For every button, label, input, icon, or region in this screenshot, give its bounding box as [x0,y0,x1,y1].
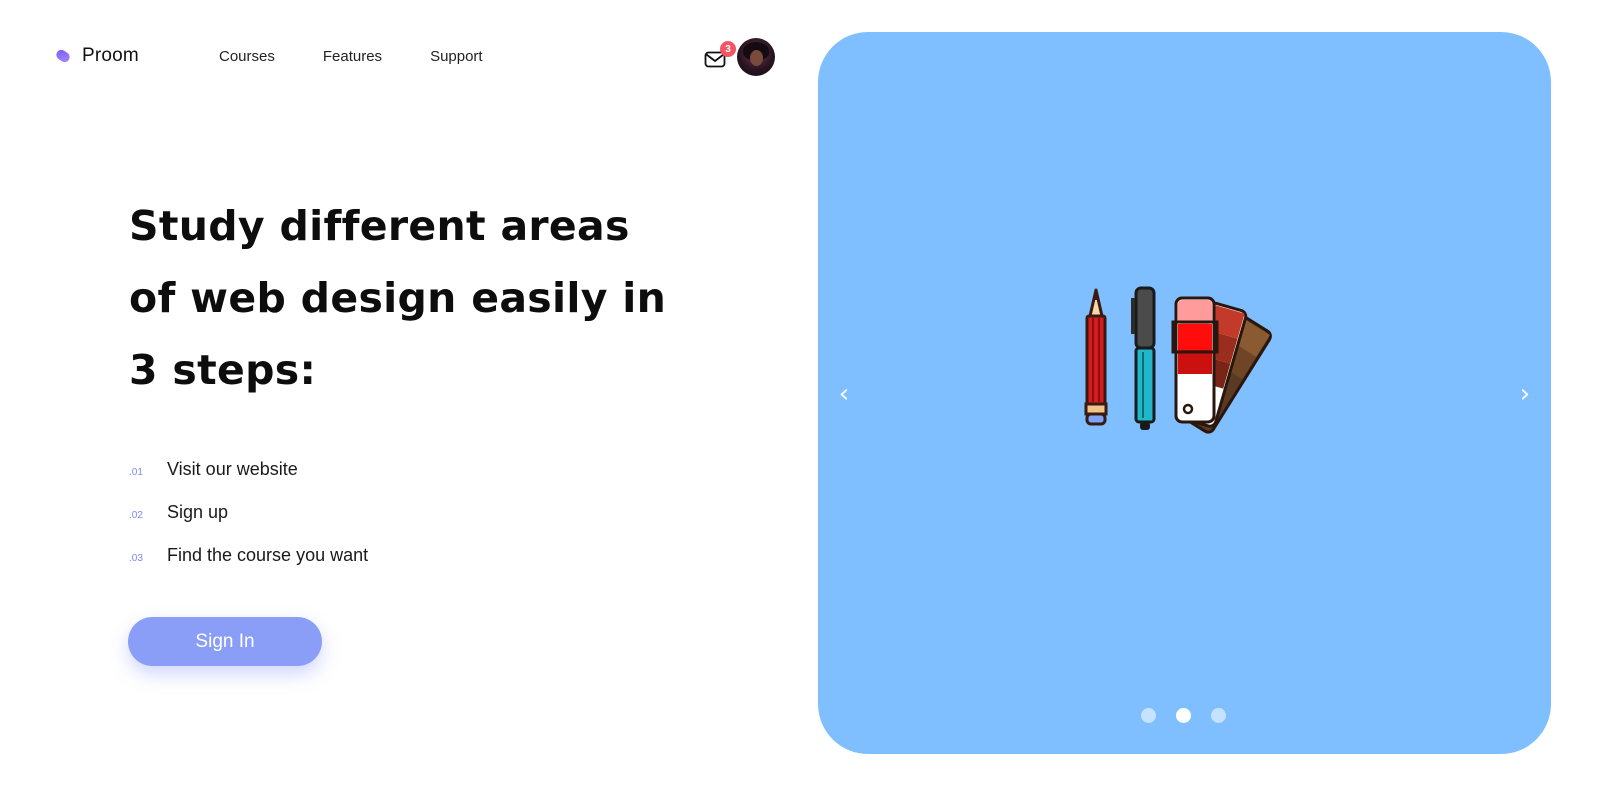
steps-list: .01 Visit our website .02 Sign up .03 Fi… [129,448,368,577]
logo-mark-icon [54,47,72,65]
image-carousel: ‹ › [818,32,1551,754]
step-item: .03 Find the course you want [129,534,368,577]
step-number: .03 [129,553,143,564]
carousel-prev-button[interactable]: ‹ [832,379,856,409]
main-nav: Courses Features Support [219,48,483,65]
headline-line: 3 steps: [129,346,317,394]
nav-link-features[interactable]: Features [323,48,382,65]
step-text: Sign up [167,502,229,522]
carousel-dot[interactable] [1211,708,1226,723]
logo[interactable]: Proom [54,45,139,67]
pen-icon [1131,286,1156,430]
carousel-dot-active[interactable] [1176,708,1191,723]
step-text: Visit our website [167,459,298,479]
avatar[interactable] [737,38,775,76]
nav-link-support[interactable]: Support [430,48,483,65]
design-tools-illustration [1084,286,1272,434]
chevron-right-icon: › [1519,379,1531,409]
step-number: .02 [129,510,143,521]
color-swatches-icon [1171,296,1272,434]
sign-in-button[interactable]: Sign In [128,617,322,666]
mail-button[interactable]: 3 [704,41,736,69]
headline-line: of web design easily in [129,274,667,322]
step-text: Find the course you want [167,545,369,565]
carousel-next-button[interactable]: › [1513,379,1537,409]
chevron-left-icon: ‹ [838,379,850,409]
carousel-dot[interactable] [1141,708,1156,723]
hero-headline: Study different areas of web design easi… [129,190,667,406]
step-number: .01 [129,467,143,478]
carousel-dots [1141,708,1226,723]
nav-link-courses[interactable]: Courses [219,48,275,65]
notification-badge: 3 [720,41,736,57]
headline-line: Study different areas [129,202,630,250]
step-item: .01 Visit our website [129,448,368,491]
step-item: .02 Sign up [129,491,368,534]
pencil-icon [1084,288,1108,426]
avatar-face [750,50,763,66]
brand-name: Proom [82,45,139,66]
